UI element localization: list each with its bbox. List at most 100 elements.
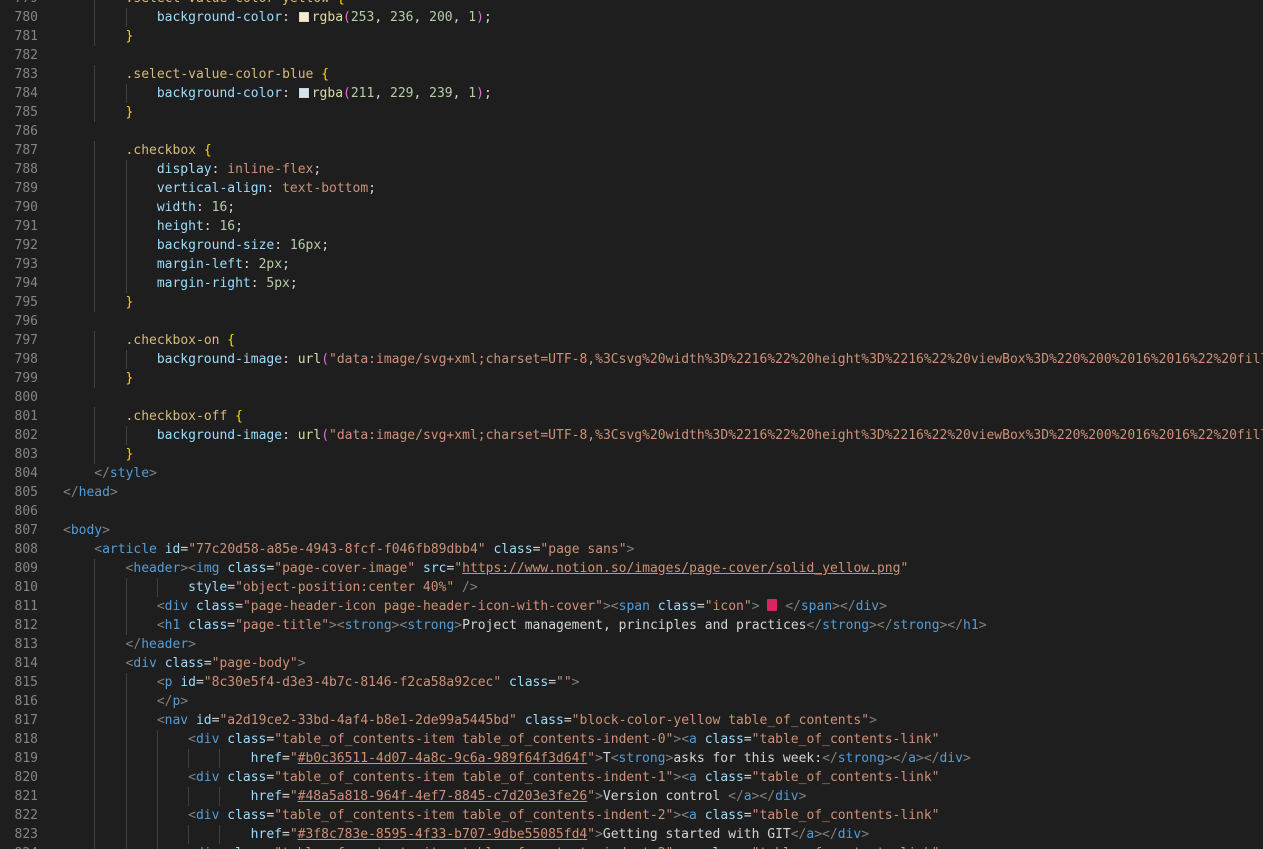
indent-guide [94, 198, 96, 217]
code-line[interactable]: 811 <div class="page-header-icon page-hea… [0, 597, 1263, 616]
code-line[interactable]: 786 [0, 122, 1263, 141]
code-line[interactable]: 789 vertical-align: text-bottom; [0, 179, 1263, 198]
code-line[interactable]: 802 background-image: url("data:image/svg… [0, 426, 1263, 445]
code-token: = [203, 656, 212, 671]
line-number: 786 [14, 124, 38, 139]
code-token: : [203, 219, 220, 234]
indent-guide [94, 0, 96, 8]
code-line[interactable]: 808 <article id="77c20d58-a85e-4943-8fcf-… [0, 540, 1263, 559]
code-line[interactable]: 812 <h1 class="page-title"><strong><stron… [0, 616, 1263, 635]
code-token: a [689, 732, 697, 747]
color-swatch[interactable] [298, 12, 309, 22]
code-token: Project management, principles and pract… [462, 618, 807, 633]
code-line[interactable]: 807 <body> [0, 521, 1263, 540]
code-token: > [109, 485, 118, 500]
code-line[interactable]: 816 </p> [0, 692, 1263, 711]
code-line[interactable]: 785} [0, 103, 1263, 122]
code-token: ></ [939, 618, 964, 633]
indent-guide [156, 578, 158, 597]
code-token: 253 [350, 10, 375, 25]
line-number: 802 [14, 428, 38, 443]
code-line[interactable]: 806 [0, 502, 1263, 521]
code-token: = [743, 732, 752, 747]
indent-guide [125, 692, 127, 711]
code-line[interactable]: 817 <nav id = "a2d19ce2-33bd-4af4-b8e1-2de9… [0, 711, 1263, 730]
code-line[interactable]: 779 .select-value-color-yellow { [0, 0, 1263, 8]
code-line[interactable]: 787 .checkbox { [0, 141, 1263, 160]
indent-guide [94, 730, 96, 749]
code-line[interactable]: 819 href="#b0c36511-4d07-4a8c-9c6a-989f64… [0, 749, 1263, 768]
code-token[interactable]: #3f8c783e-8595-4f33-b707-9dbe55085fd4 [298, 827, 588, 842]
code-line[interactable]: 784 background-color: rgba(211, 229, 239,… [0, 84, 1263, 103]
code-line[interactable]: 804 </style> [0, 464, 1263, 483]
code-line[interactable]: 814 <div class="page-body"> [0, 654, 1263, 673]
color-swatch[interactable] [298, 88, 309, 98]
line-number: 792 [14, 238, 38, 253]
code-line[interactable]: 794 margin-right: 5px; [0, 274, 1263, 293]
code-line[interactable]: 792 background-size: 16px; [0, 236, 1263, 255]
code-line[interactable]: 801 .checkbox-off { [0, 407, 1263, 426]
code-line[interactable]: 798 background-image: url("data:image/svg… [0, 350, 1263, 369]
line-number: 810 [14, 580, 38, 595]
code-token: = [281, 751, 290, 766]
code-line[interactable]: 793 margin-left: 2px; [0, 255, 1263, 274]
line-number: 817 [14, 713, 38, 728]
line-content: display: inline-flex; [157, 160, 321, 179]
code-line[interactable]: 780 background-color: rgba(253, 236, 200,… [0, 8, 1263, 27]
code-token: ; [282, 257, 290, 272]
code-token: = [195, 675, 204, 690]
code-line[interactable]: 790 width: 16; [0, 198, 1263, 217]
code-line[interactable]: 795} [0, 293, 1263, 312]
code-line[interactable]: 805 </head> [0, 483, 1263, 502]
code-line[interactable]: 809 <header><img class="page-cover-image"… [0, 559, 1263, 578]
code-line[interactable]: 781} [0, 27, 1263, 46]
code-token: Version control [602, 789, 729, 804]
code-line[interactable]: 823 href="#3f8c783e-8595-4f33-b707-9dbe55… [0, 825, 1263, 844]
code-token: = [281, 789, 290, 804]
code-line[interactable]: 796 [0, 312, 1263, 331]
code-editor[interactable]: 779.select-value-color-yellow {780backgr… [0, 0, 1263, 849]
code-line[interactable]: 800 [0, 388, 1263, 407]
code-line[interactable]: 821 href="#48a5a818-964f-4ef7-8845-c7d203… [0, 787, 1263, 806]
code-token: class [524, 713, 564, 728]
code-token: : [282, 86, 298, 101]
code-line[interactable]: 797 .checkbox-on { [0, 331, 1263, 350]
code-line[interactable]: 815 <p id="8c30e5f4-d3e3-4b7c-8146-f2ca58… [0, 673, 1263, 692]
code-token: asks for this week: [673, 751, 823, 766]
line-content: background-color: rgba(253, 236, 200, 1)… [157, 8, 492, 27]
code-token: " [587, 789, 596, 804]
code-line[interactable]: 788 display: inline-flex; [0, 160, 1263, 179]
code-token[interactable]: https://www.notion.so/images/page-cover/… [462, 561, 900, 576]
code-line[interactable]: 791 height: 16; [0, 217, 1263, 236]
indent-guide [188, 825, 190, 844]
code-line[interactable]: 822 <div class="table_of_contents-item ta… [0, 806, 1263, 825]
code-line[interactable]: 813 </header> [0, 635, 1263, 654]
code-token: 211 [350, 86, 375, 101]
code-token: text-bottom [282, 181, 369, 196]
code-line[interactable]: 782 [0, 46, 1263, 65]
code-token: > [626, 542, 635, 557]
indent-guide [94, 445, 96, 464]
code-line[interactable]: 799} [0, 369, 1263, 388]
code-token[interactable]: #b0c36511-4d07-4a8c-9c6a-989f64f3d64f [298, 751, 588, 766]
code-token[interactable]: #48a5a818-964f-4ef7-8845-c7d203e3fe26 [298, 789, 588, 804]
indent-guide [219, 825, 221, 844]
code-line[interactable]: 818 <div class="table_of_contents-item ta… [0, 730, 1263, 749]
code-token: "object-position:center 40%" [235, 580, 455, 595]
code-line[interactable]: 803} [0, 445, 1263, 464]
indent-guide [94, 711, 96, 730]
code-token: < [156, 713, 165, 728]
code-line[interactable]: 824 <div class="table_of_contents-item ta… [0, 844, 1263, 849]
indent-guide [94, 160, 96, 179]
indent-guide [125, 711, 127, 730]
code-token: " [289, 789, 298, 804]
code-token: class [227, 561, 267, 576]
code-line[interactable]: 820 <div class="table_of_contents-item ta… [0, 768, 1263, 787]
code-line[interactable]: 783 .select-value-color-blue { [0, 65, 1263, 84]
code-token: > [595, 751, 603, 766]
line-number: 784 [14, 86, 38, 101]
code-line[interactable]: 810 style="object-position:center 40%" /> [0, 578, 1263, 597]
code-token: 5px [266, 276, 290, 291]
